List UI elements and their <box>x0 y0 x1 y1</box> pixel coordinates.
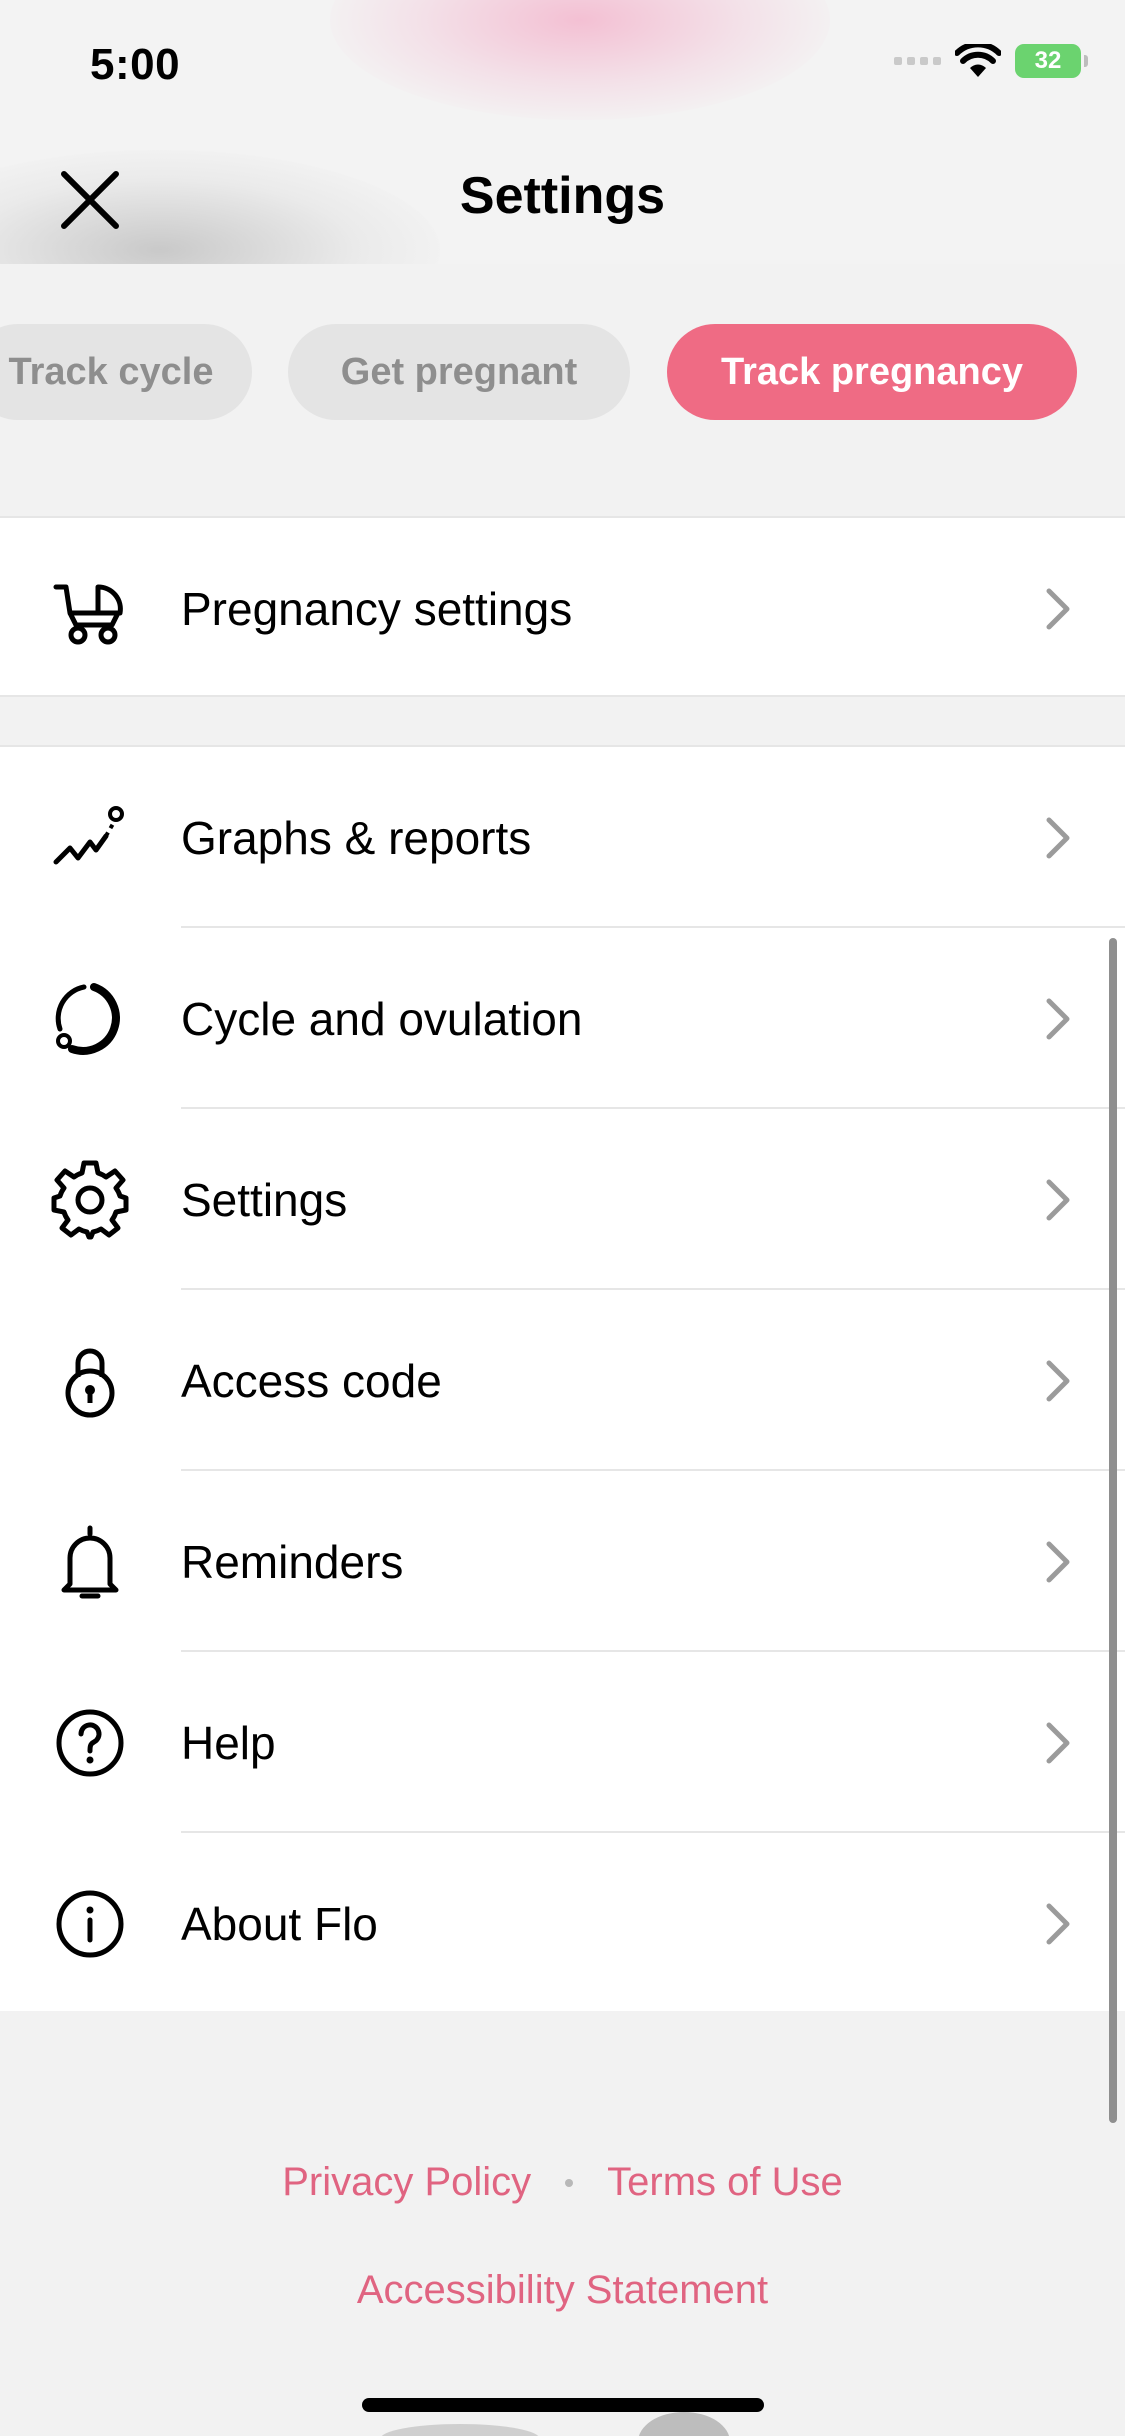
battery-icon: 32 <box>1015 44 1088 78</box>
menu-item-about[interactable]: About Flo <box>0 1833 1125 2014</box>
goal-track-cycle-button[interactable]: Track cycle <box>0 324 252 420</box>
goal-label: Get pregnant <box>340 350 578 393</box>
menu-item-label: Access code <box>181 1354 442 1407</box>
menu-section: Graphs & reports Cycle and ovulation Set… <box>0 745 1125 2011</box>
cellular-signal-icon <box>894 57 941 65</box>
menu-item-label: Pregnancy settings <box>181 582 573 635</box>
menu-item-label: Cycle and ovulation <box>181 992 583 1045</box>
chevron-right-icon <box>1046 1722 1070 1763</box>
lock-icon <box>65 1348 115 1417</box>
menu-item-reminders[interactable]: Reminders <box>0 1471 1125 1652</box>
menu-item-cycle-ovulation[interactable]: Cycle and ovulation <box>0 928 1125 1109</box>
menu-item-label: Help <box>181 1716 276 1769</box>
goal-label: Track cycle <box>8 350 214 393</box>
footer-links: Privacy Policy Terms of Use <box>0 2160 1125 2205</box>
home-indicator[interactable] <box>362 2398 764 2412</box>
terms-of-use-link[interactable]: Terms of Use <box>607 2160 843 2205</box>
menu-item-graphs-reports[interactable]: Graphs & reports <box>0 747 1125 928</box>
goal-get-pregnant-button[interactable]: Get pregnant <box>288 324 630 420</box>
cycle-icon <box>55 982 120 1055</box>
menu-item-pregnancy-settings[interactable]: Pregnancy settings <box>0 518 1125 699</box>
status-icons: 32 <box>894 44 1088 78</box>
bell-icon <box>61 1525 119 1598</box>
menu-item-help[interactable]: Help <box>0 1652 1125 1833</box>
chevron-right-icon <box>1046 1903 1070 1944</box>
menu-item-label: About Flo <box>181 1897 378 1950</box>
goal-label: Track pregnancy <box>720 350 1024 393</box>
menu-item-access-code[interactable]: Access code <box>0 1290 1125 1471</box>
menu-item-label: Settings <box>181 1173 348 1226</box>
wifi-icon <box>955 44 1001 77</box>
scrollbar[interactable] <box>1109 938 1117 2123</box>
graph-icon <box>53 805 124 864</box>
bottom-content-peek <box>638 2412 730 2436</box>
gear-icon <box>51 1160 129 1239</box>
menu-item-label: Graphs & reports <box>181 811 532 864</box>
privacy-policy-link[interactable]: Privacy Policy <box>282 2160 531 2205</box>
pregnancy-section: Pregnancy settings <box>0 516 1125 697</box>
goal-track-pregnancy-button[interactable]: Track pregnancy <box>667 324 1077 420</box>
chevron-right-icon <box>1046 1179 1070 1220</box>
battery-level: 32 <box>1034 47 1062 74</box>
accessibility-statement-link[interactable]: Accessibility Statement <box>357 2268 768 2312</box>
accessibility-row: Accessibility Statement <box>0 2268 1125 2313</box>
chevron-right-icon <box>1046 1360 1070 1401</box>
chevron-right-icon <box>1046 1541 1070 1582</box>
page-title: Settings <box>459 167 666 225</box>
stroller-icon <box>53 583 123 644</box>
chevron-right-icon <box>1046 817 1070 858</box>
menu-item-settings[interactable]: Settings <box>0 1109 1125 1290</box>
help-icon <box>56 1709 124 1776</box>
bottom-content-peek <box>380 2424 540 2436</box>
chevron-right-icon <box>1046 588 1070 629</box>
menu-item-label: Reminders <box>181 1535 404 1588</box>
separator-dot <box>565 2178 574 2187</box>
info-icon <box>56 1890 124 1957</box>
status-time: 5:00 <box>90 40 181 89</box>
chevron-right-icon <box>1046 998 1070 1039</box>
